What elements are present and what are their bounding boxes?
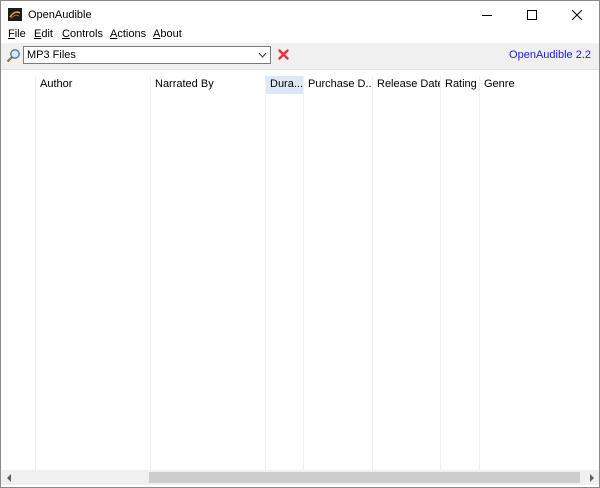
book-list[interactable]: Author Narrated By Dura... Purchase D...…: [1, 70, 599, 470]
column-divider: [303, 76, 304, 470]
search-icon[interactable]: [6, 48, 21, 63]
column-divider: [440, 76, 441, 470]
horizontal-scrollbar[interactable]: [1, 470, 599, 485]
chevron-right-icon: [589, 473, 594, 482]
menu-about-label: bout: [160, 28, 182, 40]
column-header-label: Dura...: [270, 78, 303, 90]
menu-edit-label: dit: [41, 28, 53, 40]
column-header-genre[interactable]: Genre: [480, 76, 599, 94]
toolbar: MP3 Files OpenAudible 2.2: [1, 43, 599, 70]
minimize-icon: [481, 15, 492, 16]
menu-file-mnemonic: F: [8, 28, 15, 40]
close-icon: [571, 10, 582, 20]
filter-dropdown[interactable]: MP3 Files: [23, 46, 271, 64]
column-header-label: Narrated By: [155, 78, 214, 90]
chevron-down-icon: [258, 52, 267, 58]
filter-dropdown-value: MP3 Files: [27, 49, 76, 61]
menu-actions[interactable]: Actions: [110, 28, 146, 40]
minimize-button[interactable]: [464, 1, 509, 29]
column-header-label: Purchase D...: [308, 78, 372, 90]
maximize-button[interactable]: [509, 1, 554, 29]
close-button[interactable]: [554, 1, 599, 29]
column-header-purchase-date[interactable]: Purchase D...: [304, 76, 372, 94]
column-header-duration[interactable]: Dura...: [266, 76, 303, 94]
menu-edit[interactable]: Edit: [34, 28, 53, 40]
column-header-release-date[interactable]: Release Date: [373, 76, 440, 94]
menu-file[interactable]: File: [8, 28, 26, 40]
column-divider: [35, 76, 36, 470]
column-header-rating[interactable]: Rating: [441, 76, 479, 94]
window-title: OpenAudible: [28, 9, 92, 21]
title-bar[interactable]: OpenAudible: [1, 1, 599, 29]
app-logo-icon: [8, 8, 22, 21]
column-divider: [479, 76, 480, 470]
column-header-label: Release Date: [377, 78, 440, 90]
menu-controls[interactable]: Controls: [62, 28, 103, 40]
chevron-left-icon: [6, 473, 11, 482]
column-divider: [265, 76, 266, 470]
scroll-right-button[interactable]: [584, 470, 599, 485]
clear-filter-icon[interactable]: [278, 49, 289, 60]
scrollbar-thumb[interactable]: [149, 472, 580, 483]
column-divider: [372, 76, 373, 470]
scroll-left-button[interactable]: [1, 470, 16, 485]
menu-about[interactable]: About: [153, 28, 182, 40]
version-label: OpenAudible 2.2: [509, 49, 591, 61]
column-header-author[interactable]: Author: [36, 76, 150, 94]
menu-controls-mnemonic: C: [62, 28, 70, 40]
column-divider: [150, 76, 151, 470]
menu-actions-label: ctions: [117, 28, 147, 40]
column-header-label: Genre: [484, 78, 515, 90]
column-header-label: Rating: [445, 78, 477, 90]
menu-file-label: ile: [14, 28, 26, 40]
column-header-label: Author: [40, 78, 73, 90]
menu-controls-label: ontrols: [69, 28, 103, 40]
column-header-narrated-by[interactable]: Narrated By: [151, 76, 265, 94]
maximize-icon: [526, 10, 537, 20]
app-window: OpenAudible File Edit Controls Actions A…: [0, 0, 600, 488]
